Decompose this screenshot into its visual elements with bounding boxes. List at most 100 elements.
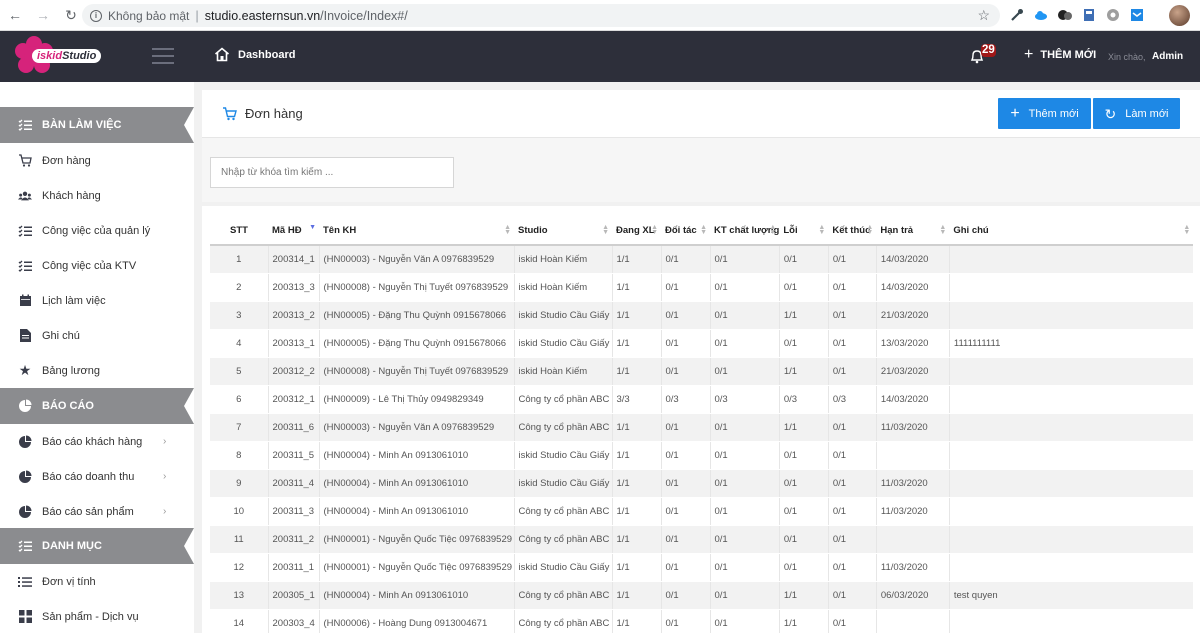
column-header-notes[interactable]: Ghi chú ▲ ▼ — [949, 216, 1194, 246]
extension-icon[interactable] — [1057, 7, 1073, 23]
table-cell: 1/1 — [779, 581, 829, 610]
table-row[interactable]: 4 200313_1 (HN00005) - Đặng Thu Quỳnh 0915… — [210, 329, 1194, 358]
table-cell: 4 — [210, 329, 269, 358]
column-header-quality-check[interactable]: KT chất lượng ▲ ▼ — [710, 216, 780, 246]
table-cell: (HN00008) - Nguyễn Thị Tuyết 0976839529 — [319, 273, 515, 302]
table-cell: 0/1 — [661, 553, 711, 582]
sidebar-item-units[interactable]: Đơn vị tính — [0, 564, 194, 599]
table-cell: 0/1 — [710, 497, 780, 526]
bookmark-star-icon[interactable]: ☆ — [977, 7, 990, 24]
column-header-partner[interactable]: Đối tác ▲ ▼ — [661, 216, 710, 246]
refresh-button[interactable]: ↻ Làm mới — [1093, 98, 1180, 129]
sort-icon: ▲ ▼ — [818, 224, 826, 236]
table-cell — [949, 525, 1194, 554]
table-cell: 0/1 — [828, 413, 877, 442]
table-cell — [876, 609, 950, 633]
sidebar-item-manager-tasks[interactable]: Công việc của quản lý — [0, 213, 194, 248]
sidebar-item-customer-report[interactable]: Báo cáo khách hàng › — [0, 424, 194, 459]
sidebar-item-revenue-report[interactable]: Báo cáo doanh thu › — [0, 459, 194, 494]
table-cell: 1/1 — [612, 441, 662, 470]
table-cell: Công ty cổ phần ABC — [514, 581, 613, 610]
table-cell — [949, 413, 1194, 442]
table-cell: 0/1 — [710, 245, 780, 274]
table-row[interactable]: 8 200311_5 (HN00004) - Minh An 0913061010 i… — [210, 441, 1194, 470]
table-row[interactable]: 6 200312_1 (HN00009) - Lê Thị Thủy 0949829… — [210, 385, 1194, 414]
profile-avatar[interactable] — [1169, 5, 1190, 26]
logo[interactable]: iskidStudio — [14, 36, 102, 78]
table-row[interactable]: 1 200314_1 (HN00003) - Nguyễn Văn A 097683… — [210, 245, 1194, 274]
header-add-new-button[interactable]: + THÊM MỚI — [1024, 47, 1096, 63]
sort-icon: ▲ ▼ — [651, 224, 658, 236]
username[interactable]: Admin — [1152, 51, 1183, 62]
table-row[interactable]: 11 200311_2 (HN00001) - Nguyễn Quốc Tiệc 0… — [210, 525, 1194, 554]
table-row[interactable]: 10 200311_3 (HN00004) - Minh An 0913061010… — [210, 497, 1194, 526]
table-row[interactable]: 3 200313_2 (HN00005) - Đặng Thu Quỳnh 0915… — [210, 301, 1194, 330]
table-row[interactable]: 9 200311_4 (HN00004) - Minh An 0913061010 i… — [210, 469, 1194, 498]
table-cell — [949, 245, 1194, 274]
table-cell: iskid Hoàn Kiếm — [514, 357, 613, 386]
table-cell: 200312_1 — [268, 385, 320, 414]
table-cell: 0/1 — [779, 525, 829, 554]
table-row[interactable]: 5 200312_2 (HN00008) - Nguyễn Thị Tuyết 09… — [210, 357, 1194, 386]
column-header-customer[interactable]: Tên KH ▲ ▼ — [319, 216, 514, 246]
sidebar-item-technician-tasks[interactable]: Công việc của KTV — [0, 248, 194, 283]
sidebar: BÀN LÀM VIỆC Đơn hàng Khách hàng Công vi… — [0, 82, 194, 633]
table-cell: 200311_4 — [268, 469, 320, 498]
table-row[interactable]: 13 200305_1 (HN00004) - Minh An 0913061010… — [210, 581, 1194, 610]
logo-text: iskidStudio — [32, 49, 102, 63]
sidebar-section-reports[interactable]: BÁO CÁO — [0, 388, 194, 424]
table-cell: 200311_5 — [268, 441, 320, 470]
table-cell: 200311_2 — [268, 525, 320, 554]
extension-icon[interactable] — [1081, 7, 1097, 23]
reload-icon[interactable]: ↻ — [58, 2, 84, 28]
sidebar-section-catalog[interactable]: DANH MỤC — [0, 528, 194, 564]
eyedropper-extension-icon[interactable] — [1009, 7, 1025, 23]
table-row[interactable]: 14 200303_4 (HN00006) - Hoàng Dung 0913004… — [210, 609, 1194, 633]
table-cell: 0/1 — [710, 357, 780, 386]
forward-icon[interactable]: → — [30, 2, 56, 28]
table-cell: 1/1 — [779, 301, 829, 330]
column-header-stt[interactable]: STT — [210, 216, 268, 246]
table-cell: 0/1 — [779, 441, 829, 470]
sidebar-item-product-report[interactable]: Báo cáo sản phẩm › — [0, 494, 194, 529]
pie-chart-icon — [18, 505, 32, 519]
sidebar-section-workspace[interactable]: BÀN LÀM VIỆC — [0, 107, 194, 143]
info-icon[interactable]: i — [90, 9, 102, 22]
table-row[interactable]: 12 200311_1 (HN00001) - Nguyễn Quốc Tiệc 0… — [210, 553, 1194, 582]
security-label: Không bảo mật — [108, 8, 190, 23]
address-bar[interactable]: i Không bảo mật | studio.easternsun.vn/I… — [82, 4, 1000, 27]
column-header-processing[interactable]: Đang XL ▲ ▼ — [612, 216, 661, 246]
table-cell: 13/03/2020 — [876, 329, 950, 358]
table-cell: (HN00005) - Đặng Thu Quỳnh 0915678066 — [319, 301, 515, 330]
add-new-button[interactable]: + Thêm mới — [998, 98, 1091, 129]
sidebar-item-schedule[interactable]: Lịch làm việc — [0, 283, 194, 318]
sidebar-item-notes[interactable]: Ghi chú — [0, 318, 194, 353]
cloud-extension-icon[interactable] — [1033, 7, 1049, 23]
sidebar-item-customers[interactable]: Khách hàng — [0, 178, 194, 213]
extension-icon[interactable] — [1129, 7, 1145, 23]
column-header-studio[interactable]: Studio ▲ ▼ — [514, 216, 612, 246]
table-cell: 0/1 — [661, 441, 711, 470]
table-row[interactable]: 7 200311_6 (HN00003) - Nguyễn Văn A 097683… — [210, 413, 1194, 442]
star-icon: ★ — [18, 362, 32, 378]
column-header-due-date[interactable]: Hạn trả ▲ ▼ — [876, 216, 950, 246]
table-row[interactable]: 2 200313_3 (HN00008) - Nguyễn Thị Tuyết 09… — [210, 273, 1194, 302]
sort-icon: ▲ ▼ — [700, 224, 707, 236]
column-header-invoice-code[interactable]: Mã HĐ ▼ — [268, 216, 319, 246]
sidebar-item-payroll[interactable]: ★ Bảng lương — [0, 353, 194, 388]
column-header-finished[interactable]: Kết thúc ▲ ▼ — [828, 216, 877, 246]
table-cell: 0/1 — [661, 413, 711, 442]
table-cell: 0/1 — [779, 273, 829, 302]
menu-toggle-icon[interactable] — [152, 48, 174, 64]
table-cell: iskid Studio Cầu Giấy — [514, 441, 613, 470]
search-input[interactable] — [210, 157, 454, 188]
extension-icon[interactable] — [1105, 7, 1121, 23]
table-cell: 7 — [210, 413, 269, 442]
column-header-errors[interactable]: Lỗi ▲ ▼ — [779, 216, 829, 246]
dashboard-link[interactable]: Dashboard — [214, 47, 295, 62]
sidebar-item-orders[interactable]: Đơn hàng — [0, 143, 194, 178]
sidebar-item-products-services[interactable]: Sản phẩm - Dịch vụ — [0, 599, 194, 633]
back-icon[interactable]: ← — [2, 2, 28, 28]
table-cell: iskid Studio Cầu Giấy — [514, 553, 613, 582]
table-cell: 11/03/2020 — [876, 413, 950, 442]
